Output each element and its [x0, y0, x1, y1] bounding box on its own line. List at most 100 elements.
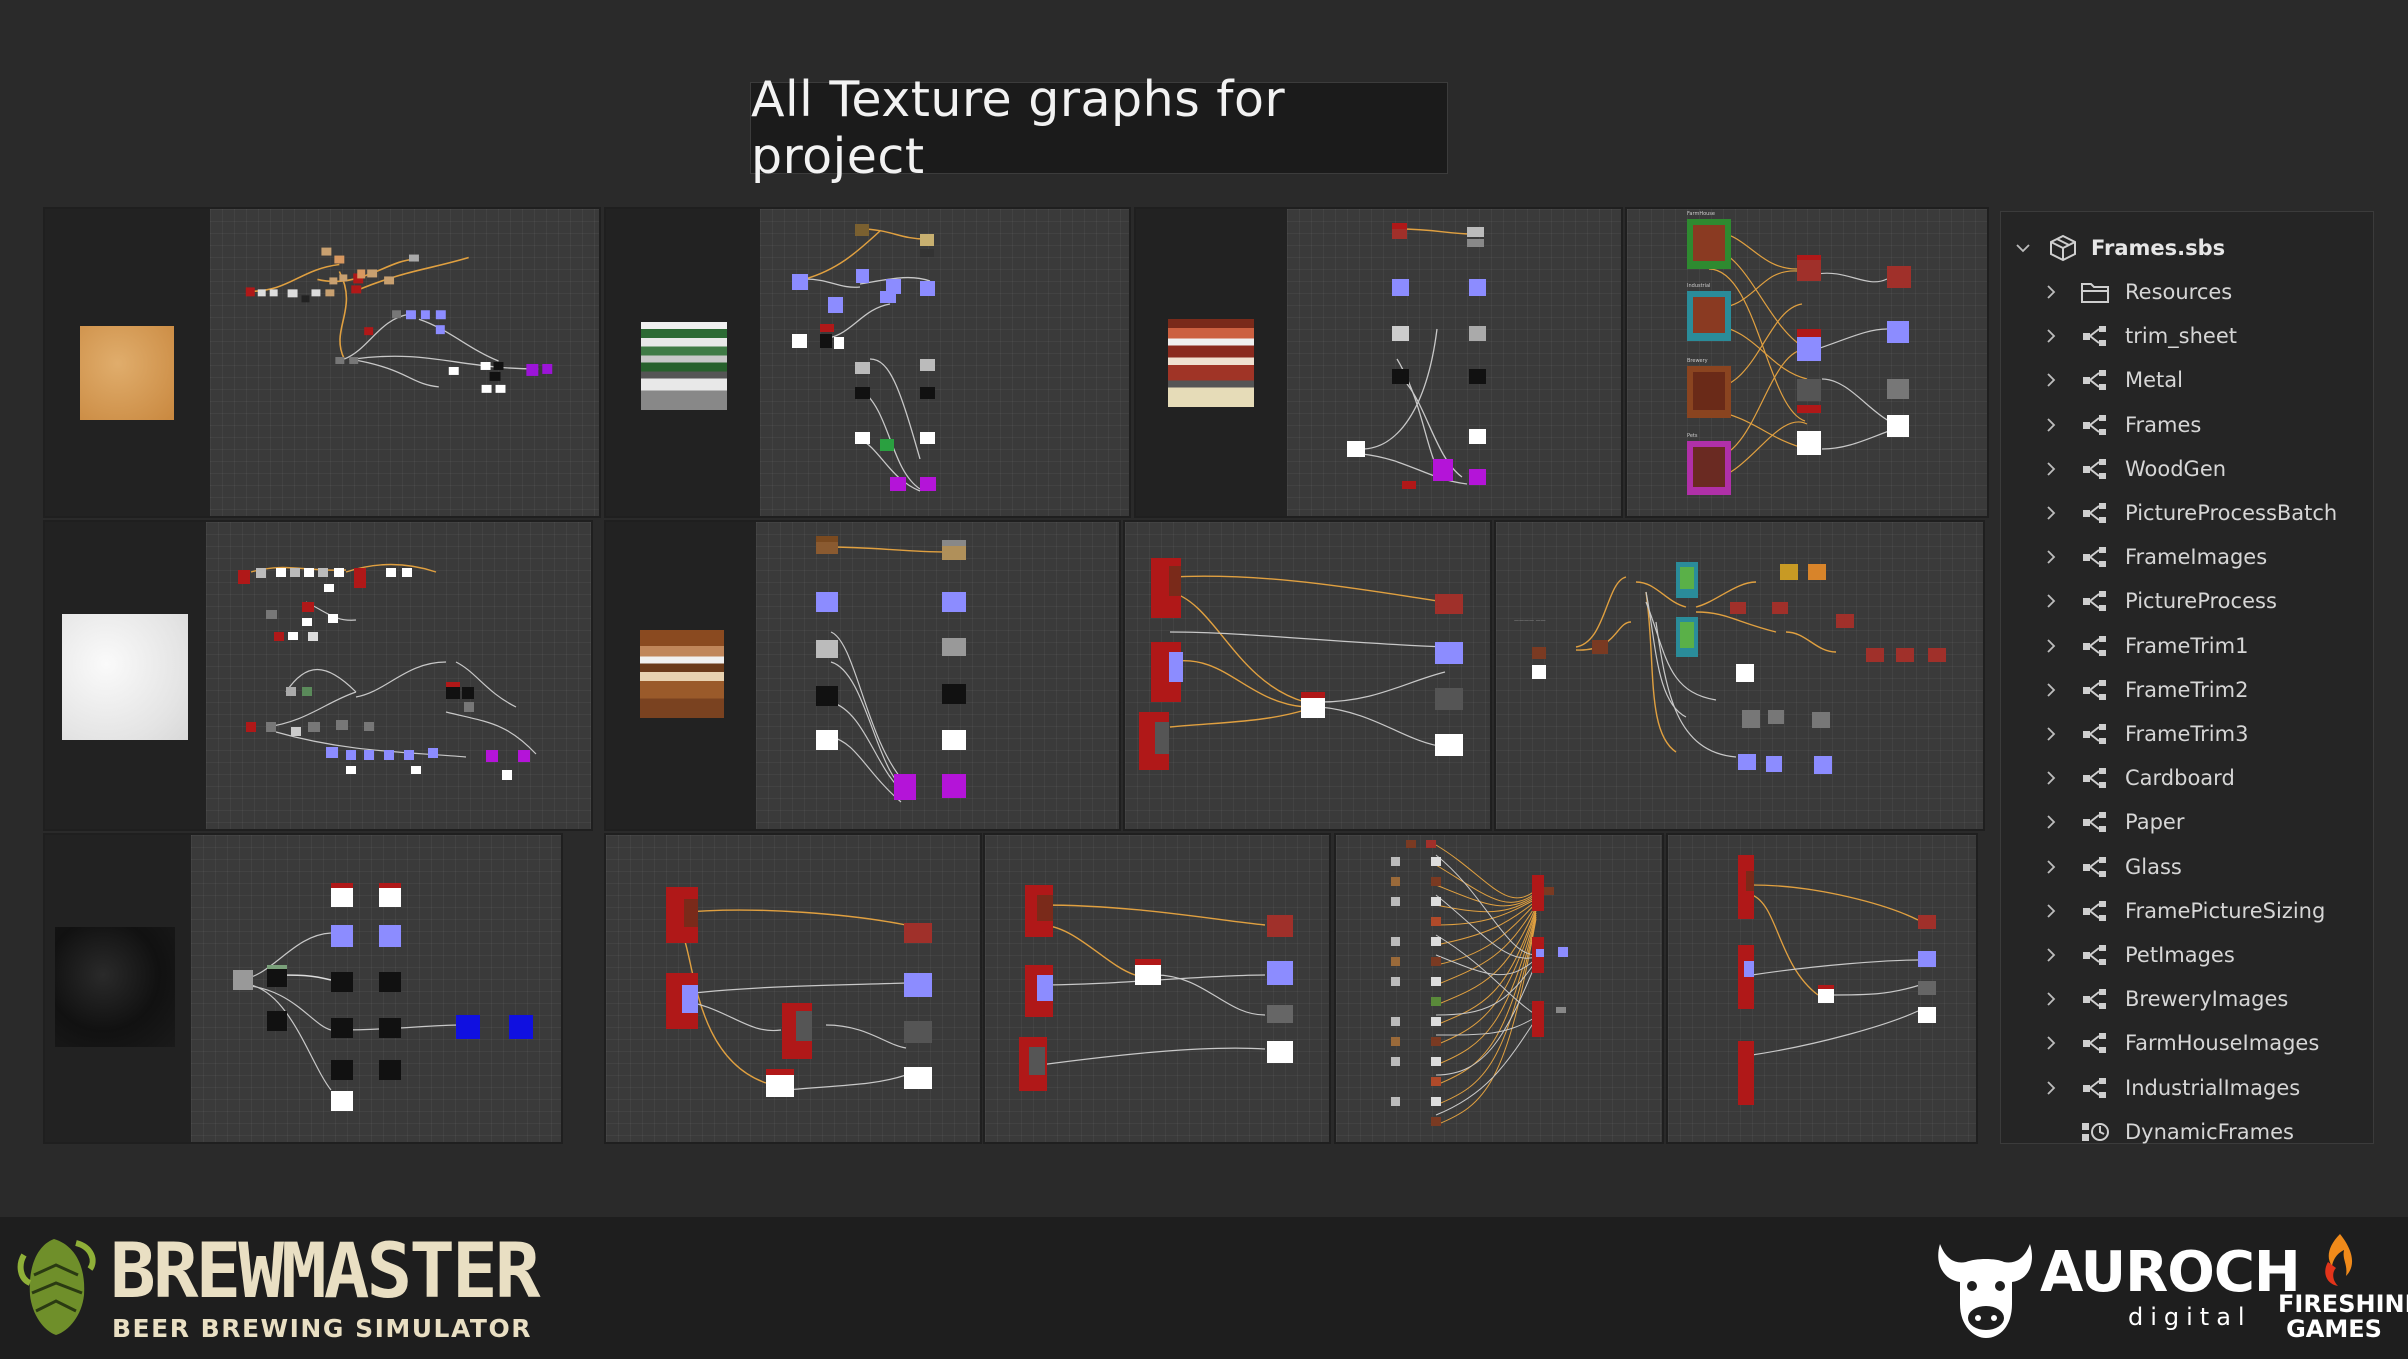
tree-item-pictureprocess[interactable]: PictureProcess — [2001, 579, 2373, 623]
tree-item-label: Metal — [2125, 368, 2183, 393]
chevron-right-icon[interactable] — [2041, 857, 2061, 877]
node-graph[interactable]: ———— —— — [1496, 522, 1983, 829]
graph-icon — [2079, 1030, 2111, 1056]
chevron-right-icon[interactable] — [2041, 1078, 2061, 1098]
tree-item-label: PictureProcessBatch — [2125, 501, 2338, 525]
tree-item-resources[interactable]: Resources — [2001, 270, 2373, 314]
chevron-right-icon[interactable] — [2041, 989, 2061, 1009]
graph-icon — [2079, 809, 2111, 835]
node-graph-canvas — [233, 883, 533, 1111]
tree-item-paper[interactable]: Paper — [2001, 800, 2373, 844]
tree-item-cardboard[interactable]: Cardboard — [2001, 756, 2373, 800]
partner-name: FIRESHINE GAMES — [2278, 1290, 2408, 1344]
tree-item-trim-sheet[interactable]: trim_sheet — [2001, 314, 2373, 358]
tree-item-label: trim_sheet — [2125, 324, 2237, 349]
node-graph[interactable] — [985, 835, 1329, 1142]
chevron-down-icon[interactable] — [2013, 238, 2033, 258]
tree-item-label: BreweryImages — [2125, 987, 2289, 1012]
publisher-sub: digital — [2128, 1303, 2252, 1331]
graph-icon — [2079, 1075, 2111, 1101]
brand-name: BREWMASTER — [110, 1226, 541, 1315]
tree-item-frametrim3[interactable]: FrameTrim3 — [2001, 712, 2373, 756]
chevron-right-icon[interactable] — [2041, 326, 2061, 346]
bull-logo-icon — [1930, 1234, 2038, 1342]
chevron-right-icon[interactable] — [2041, 768, 2061, 788]
chevron-right-icon[interactable] — [2041, 680, 2061, 700]
chevron-right-icon[interactable] — [2041, 415, 2061, 435]
graph-panel-paper — [43, 520, 593, 831]
chevron-right-icon[interactable] — [2041, 547, 2061, 567]
stripes-swatch — [641, 322, 727, 410]
tree-item-label: Cardboard — [2125, 766, 2235, 791]
tree-item-label: IndustrialImages — [2125, 1075, 2301, 1100]
node-graph[interactable]: FarmHouse Industrial Brewery Pets — [1627, 209, 1987, 516]
tree-item-petimages[interactable]: PetImages — [2001, 933, 2373, 977]
tree-item-woodgen[interactable]: WoodGen — [2001, 447, 2373, 491]
package-explorer: Frames.sbs Resources trim_sheet Metal Frame… — [2000, 211, 2374, 1144]
node-graph[interactable] — [760, 209, 1129, 516]
node-graph-canvas: ———— —— — [1514, 562, 1946, 774]
chevron-right-icon[interactable] — [2041, 1033, 2061, 1053]
tree-item-label: PetImages — [2125, 943, 2235, 967]
node-graph[interactable] — [756, 522, 1119, 829]
tree-item-label: FrameTrim2 — [2125, 677, 2249, 702]
graph-panel-frame-trim1 — [604, 833, 982, 1144]
chevron-right-icon[interactable] — [2041, 459, 2061, 479]
node-graph[interactable] — [1336, 835, 1662, 1142]
chevron-right-icon[interactable] — [2041, 503, 2061, 523]
graph-icon — [2079, 633, 2111, 659]
node-graph[interactable] — [210, 209, 599, 516]
chevron-right-icon[interactable] — [2041, 591, 2061, 611]
node-graph-canvas — [1139, 558, 1463, 770]
node-graph-canvas — [1391, 840, 1568, 1126]
node-graph[interactable] — [1125, 522, 1490, 829]
tree-item-frametrim1[interactable]: FrameTrim1 — [2001, 624, 2373, 668]
wood-stripes-swatch — [640, 630, 724, 718]
texture-preview — [45, 835, 191, 1142]
node-graph[interactable] — [206, 522, 591, 829]
tree-item-breweryimages[interactable]: BreweryImages — [2001, 977, 2373, 1021]
node-graph-canvas — [1019, 885, 1293, 1091]
graph-panel-glass — [43, 833, 563, 1144]
node-graph-canvas — [666, 887, 932, 1097]
tree-item-metal[interactable]: Metal — [2001, 358, 2373, 402]
graph-panel-frames — [1134, 207, 1623, 518]
tree-item-farmhouseimages[interactable]: FarmHouseImages — [2001, 1021, 2373, 1065]
tree-item-industrialimages[interactable]: IndustrialImages — [2001, 1066, 2373, 1110]
node-graph[interactable] — [1287, 209, 1621, 516]
chevron-right-icon[interactable] — [2041, 812, 2061, 832]
graph-icon — [2079, 721, 2111, 747]
tree-item-glass[interactable]: Glass — [2001, 845, 2373, 889]
graph-icon — [2079, 456, 2111, 482]
tree-item-frameimages[interactable]: FrameImages — [2001, 535, 2373, 579]
node-graph[interactable] — [1668, 835, 1976, 1142]
tree-root-row[interactable]: Frames.sbs — [2001, 226, 2373, 270]
chevron-right-icon[interactable] — [2041, 945, 2061, 965]
svg-text:Pets: Pets — [1687, 433, 1698, 439]
chevron-right-icon[interactable] — [2041, 901, 2061, 921]
chevron-right-icon[interactable] — [2041, 636, 2061, 656]
page-title-text: All Texture graphs for project — [751, 71, 1286, 185]
page-title: All Texture graphs for project — [750, 71, 1448, 185]
hop-logo-icon — [14, 1235, 100, 1339]
wood-swatch — [80, 326, 174, 420]
tree-item-label: WoodGen — [2125, 456, 2227, 481]
graph-icon — [2079, 898, 2111, 924]
tree-item-frametrim2[interactable]: FrameTrim2 — [2001, 668, 2373, 712]
graph-icon — [2079, 323, 2111, 349]
tree-item-framepicturesizing[interactable]: FramePictureSizing — [2001, 889, 2373, 933]
node-graph[interactable] — [606, 835, 980, 1142]
chevron-right-icon[interactable] — [2041, 282, 2061, 302]
node-graph[interactable] — [191, 835, 561, 1142]
graph-icon — [2079, 500, 2111, 526]
tree-item-dynamicframes[interactable]: DynamicFrames — [2001, 1110, 2373, 1154]
svg-text:Brewery: Brewery — [1687, 358, 1708, 364]
tree-item-pictureprocessbatch[interactable]: PictureProcessBatch — [2001, 491, 2373, 535]
svg-text:Industrial: Industrial — [1687, 283, 1710, 289]
node-graph-canvas — [238, 563, 537, 780]
tree-item-label: Paper — [2125, 810, 2185, 835]
chevron-right-icon[interactable] — [2041, 724, 2061, 744]
tree-item-frames[interactable]: Frames — [2001, 403, 2373, 447]
graph-panel-wood-trim — [43, 207, 601, 518]
chevron-right-icon[interactable] — [2041, 370, 2061, 390]
